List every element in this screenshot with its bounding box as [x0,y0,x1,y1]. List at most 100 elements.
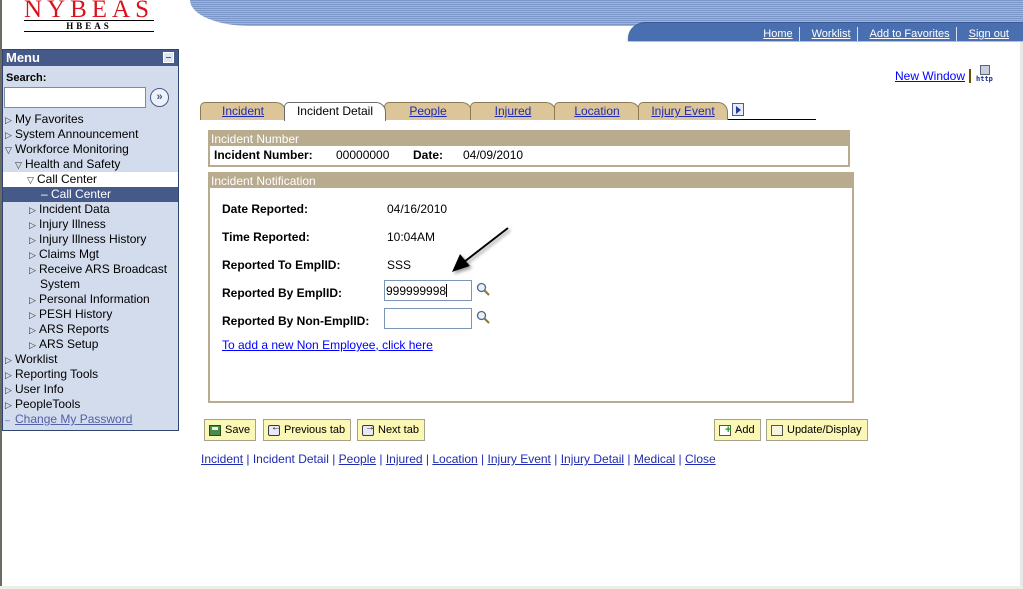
reported-by-non-emplid-input[interactable] [384,308,472,329]
triangle-right-icon: ▷ [5,115,12,125]
menu-item-label: PeopleTools [15,397,81,411]
new-window-area: New Window http [895,65,994,83]
bottom-link-injury-detail[interactable]: Injury Detail [561,452,624,466]
reported-to-value: SSS [387,258,412,272]
incident-number-value: 00000000 [336,148,390,162]
menu-item-peopletools[interactable]: ▷ PeopleTools [3,397,178,412]
new-window-link[interactable]: New Window [895,69,965,83]
add-label: Add [735,424,755,436]
tab-label[interactable]: People [409,104,446,118]
header-link-add-to-favorites[interactable]: Add to Favorites [858,28,956,40]
tab-label[interactable]: Injured [495,104,532,118]
next-tabs-icon[interactable] [732,103,744,116]
menu-item-label: Receive ARS Broadcast [39,262,168,276]
tab-location[interactable]: Location [554,102,640,120]
incident-number-label: Incident Number: [214,148,313,162]
update-display-label: Update/Display [787,424,862,436]
triangle-right-icon: ▷ [29,325,36,335]
header-link-home[interactable]: Home [751,28,798,40]
date-reported-value: 04/16/2010 [387,202,448,216]
reported-by-emplid-input[interactable]: 999999998 [384,280,472,301]
menu-item-label: ARS Reports [39,322,110,336]
bottom-link-incident-detail-current: Incident Detail [252,452,329,466]
add-non-employee-link[interactable]: To add a new Non Employee, click here [222,338,433,352]
save-button[interactable]: Save [204,419,257,441]
header-link-sign-out[interactable]: Sign out [957,28,1015,40]
menu-item-call-center-selected[interactable]: – Call Center [3,187,178,202]
tab-label: Incident Detail [296,104,374,118]
http-icon[interactable]: http [976,65,994,83]
menu-item-ars-setup[interactable]: ▷ ARS Setup [3,337,178,352]
menu-item-reporting-tools[interactable]: ▷ Reporting Tools [3,367,178,382]
add-icon [719,424,731,436]
search-go-icon[interactable]: » [150,88,169,107]
next-tab-label: Next tab [378,424,419,436]
previous-tab-button[interactable]: Previous tab [263,419,352,441]
menu-header: Menu [3,50,178,66]
menu-item-system-announcement[interactable]: ▷ System Announcement [3,127,178,142]
menu-search-input[interactable] [4,87,146,108]
menu-item-receive-ars-broadcast-cont[interactable]: System [3,277,178,292]
tab-people[interactable]: People [384,102,472,120]
tab-injury-event[interactable]: Injury Event [638,102,728,120]
menu-item-injury-illness-history[interactable]: ▷ Injury Illness History [3,232,178,247]
menu-item-claims-mgt[interactable]: ▷ Claims Mgt [3,247,178,262]
lookup-icon[interactable] [476,282,490,296]
bottom-link-injured[interactable]: Injured [386,452,423,466]
header-link-worklist[interactable]: Worklist [800,28,857,40]
menu-item-label: Incident Data [39,202,110,216]
menu-item-label: Claims Mgt [39,247,100,261]
date-reported-label: Date Reported: [222,202,309,216]
dash-icon: – [41,187,52,201]
date-label: Date: [413,148,444,162]
tab-label[interactable]: Location [574,104,619,118]
add-button[interactable]: Add [714,419,761,441]
menu-item-label: Reporting Tools [15,367,99,381]
menu-item-my-favorites[interactable]: ▷ My Favorites [3,112,178,127]
bottom-link-injury-event[interactable]: Injury Event [488,452,551,466]
update-display-button[interactable]: Update/Display [766,419,868,441]
logo-main-text: NYBEAS [24,0,155,23]
header-nav: Home Worklist Add to Favorites Sign out [628,22,1023,41]
menu-item-ars-reports[interactable]: ▷ ARS Reports [3,322,178,337]
tab-label[interactable]: Injury Event [651,104,714,118]
menu-item-pesh-history[interactable]: ▷ PESH History [3,307,178,322]
sidebar-menu: Menu Search: » ▷ My Favorites ▷ System Ann… [2,49,179,431]
bottom-link-location[interactable]: Location [432,452,477,466]
lookup-icon[interactable] [476,310,490,324]
tab-incident[interactable]: Incident [200,102,286,120]
menu-item-receive-ars-broadcast[interactable]: ▷ Receive ARS Broadcast [3,262,178,277]
save-label: Save [225,424,251,436]
bottom-link-people[interactable]: People [339,452,376,466]
menu-item-personal-information[interactable]: ▷ Personal Information [3,292,178,307]
save-icon [209,424,221,436]
next-arrow-icon [362,422,375,436]
menu-item-worklist[interactable]: ▷ Worklist [3,352,178,367]
menu-item-label: Health and Safety [25,157,121,171]
bottom-link-incident[interactable]: Incident [201,452,243,466]
bottom-link-medical[interactable]: Medical [634,452,675,466]
menu-item-call-center-folder[interactable]: ▽ Call Center [3,172,178,187]
tab-incident-detail[interactable]: Incident Detail [284,102,386,121]
group-title: Incident Notification [210,174,852,188]
menu-item-injury-illness[interactable]: ▷ Injury Illness [3,217,178,232]
next-tab-button[interactable]: Next tab [357,419,425,441]
triangle-right-icon: ▷ [29,205,36,215]
menu-item-incident-data[interactable]: ▷ Incident Data [3,202,178,217]
tab-injured[interactable]: Injured [470,102,556,120]
link-separator: | [422,452,433,466]
change-password-link[interactable]: Change My Password [15,412,132,426]
triangle-down-icon: ▽ [27,175,34,185]
menu-item-label: Call Center [37,172,98,186]
link-separator: | [477,452,488,466]
tab-label[interactable]: Incident [222,104,264,118]
menu-item-change-my-password[interactable]: – Change My Password [3,412,178,427]
collapse-icon[interactable] [163,52,174,63]
triangle-right-icon: ▷ [29,235,36,245]
reported-to-label: Reported To EmplID: [222,258,341,272]
incident-notification-group: Incident Notification Date Reported: 04/… [208,172,854,403]
menu-item-workforce-monitoring[interactable]: ▽ Workforce Monitoring [3,142,178,157]
bottom-link-close[interactable]: Close [685,452,716,466]
menu-item-health-and-safety[interactable]: ▽ Health and Safety [3,157,178,172]
menu-item-user-info[interactable]: ▷ User Info [3,382,178,397]
